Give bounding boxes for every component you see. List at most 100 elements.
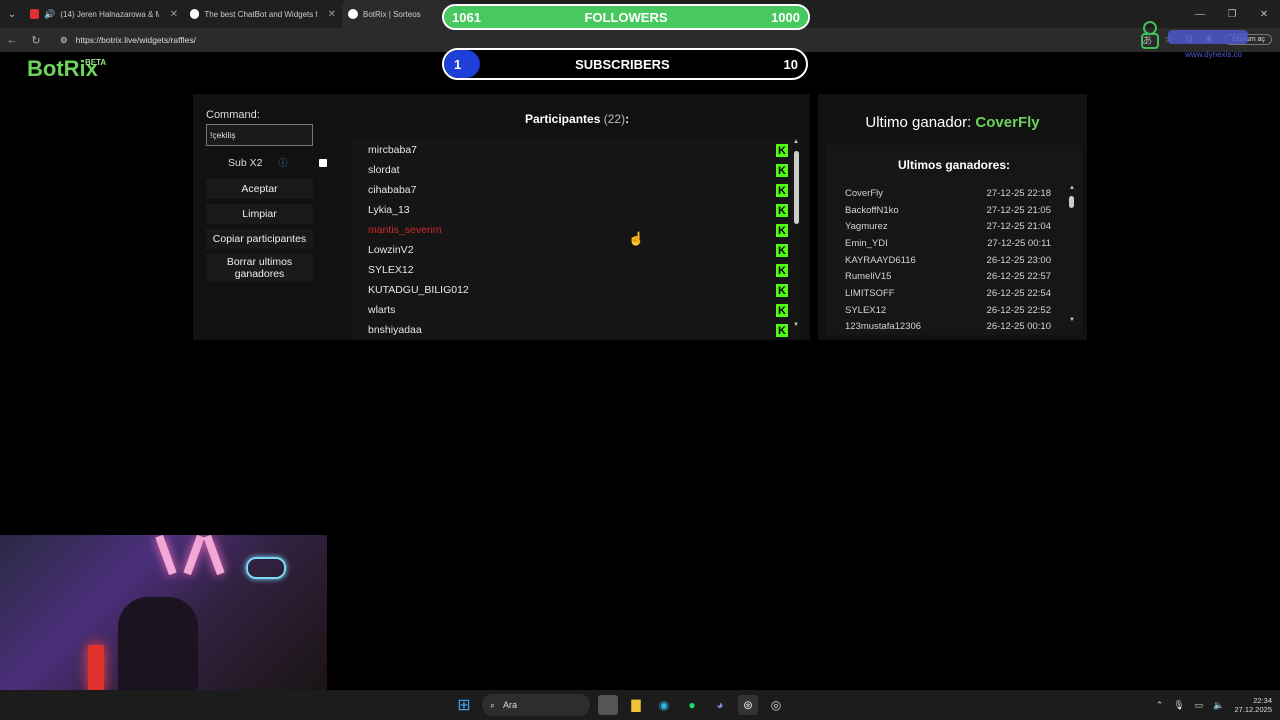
network-icon[interactable]: ▭ [1195, 700, 1204, 711]
steam-icon[interactable]: ⊛ [738, 695, 758, 715]
winner-date: 27-12-25 21:05 [986, 205, 1051, 216]
site-url-text: www.dynexis.co [1185, 50, 1242, 59]
winner-date: 26-12-25 22:52 [986, 305, 1051, 316]
url-field[interactable]: ⚙ https://botrix.live/widgets/raffles/ [52, 31, 1042, 49]
close-icon[interactable]: ✕ [328, 9, 336, 20]
participants-colon: : [625, 112, 630, 126]
botrix-icon [348, 9, 358, 19]
webcam-feed [0, 535, 327, 690]
url-text: https://botrix.live/widgets/raffles/ [75, 35, 196, 45]
winners-scrollbar[interactable]: ▲ ▼ [1068, 185, 1076, 330]
tab-botrix-home[interactable]: The best ChatBot and Widgets for ✕ [184, 0, 342, 28]
search-icon: ⌕ [490, 699, 496, 710]
winner-row: Emin_YDI 27-12-25 00:11 [845, 238, 1051, 254]
participant-name: mantis_severim [368, 224, 442, 236]
minimize-icon[interactable]: — [1184, 9, 1216, 20]
stream-logo: www.dynexis.co [1138, 20, 1258, 60]
participant-row[interactable]: mircbaba7 K [368, 140, 788, 160]
speaker-icon[interactable]: 🔊 [44, 9, 55, 20]
discord-icon[interactable]: ◕ [710, 695, 730, 715]
participant-row[interactable]: KUTADGU_BILIG012 K [368, 280, 788, 300]
winners-panel: Ultimo ganador: CoverFly Ultimos ganador… [818, 94, 1087, 340]
youtube-icon [30, 9, 40, 19]
participant-name: KUTADGU_BILIG012 [368, 284, 469, 296]
followers-goal-bar: 1061 FOLLOWERS 1000 [442, 4, 810, 30]
tray-chevron-icon[interactable]: ⌃ [1156, 700, 1164, 711]
subscribers-label: SUBSCRIBERS [575, 56, 670, 72]
winner-name: CoverFly [845, 188, 884, 199]
winner-row: LIMITSOFF 26-12-25 22:54 [845, 288, 1051, 304]
taskbar-apps: ⊞ ⌕ Ara ▇ ◉ ● ◕ ⊛ ◎ [454, 690, 786, 720]
mascot-logo-icon [1141, 21, 1248, 49]
screen: ⌄ 🔊 (14) Jeren Halnazarowa & MA ✕ The be… [0, 0, 1280, 720]
neon-light [183, 535, 205, 576]
participant-name: slordat [368, 164, 400, 176]
participant-row[interactable]: slordat K [368, 160, 788, 180]
maximize-icon[interactable]: ❐ [1216, 9, 1248, 20]
info-icon[interactable]: ⓘ [278, 156, 287, 169]
winner-row: Yagmurez 27-12-25 21:04 [845, 221, 1051, 237]
participant-name: mircbaba7 [368, 144, 418, 156]
participants-scrollbar[interactable]: ▲ ▼ [792, 138, 801, 338]
microphone-icon[interactable]: 🎙 [1173, 700, 1184, 711]
close-icon[interactable]: ✕ [170, 9, 178, 20]
sub-x2-label: Sub X2 [228, 156, 263, 169]
command-input[interactable]: !çekiliş [206, 124, 313, 146]
clock[interactable]: 22:34 27.12.2025 [1234, 696, 1272, 714]
kick-icon: K [776, 144, 788, 157]
tab-list-chevron-icon[interactable]: ⌄ [0, 0, 24, 28]
winner-date: 27-12-25 21:04 [986, 221, 1051, 232]
tab-youtube[interactable]: 🔊 (14) Jeren Halnazarowa & MA ✕ [24, 0, 184, 28]
command-label: Command: [206, 109, 260, 121]
file-explorer-icon[interactable]: ▇ [626, 695, 646, 715]
search-label: Ara [503, 700, 518, 710]
scroll-up-icon[interactable]: ▲ [1069, 185, 1075, 191]
delete-last-winners-button[interactable]: Borrar ultimos ganadores [206, 254, 313, 282]
sub-x2-checkbox[interactable] [319, 158, 328, 167]
participant-row[interactable]: bnshiyadaa K [368, 320, 788, 338]
followers-current: 1061 [452, 9, 481, 25]
sub-x2-row: Sub X2 ⓘ [228, 156, 328, 169]
taskbar-search[interactable]: ⌕ Ara [482, 694, 590, 716]
participant-row[interactable]: SYLEX12 K [368, 260, 788, 280]
participant-row-highlighted[interactable]: mantis_severim K [368, 220, 788, 240]
task-view-icon[interactable] [598, 695, 618, 715]
botrix-logo[interactable]: BotRix BETA [27, 56, 106, 82]
winner-row: BackoffN1ko 27-12-25 21:05 [845, 205, 1051, 221]
windows-start-icon[interactable]: ⊞ [454, 695, 474, 715]
winner-row: 123mustafa12306 26-12-25 00:10 [845, 321, 1051, 335]
participant-row[interactable]: cihababa7 K [368, 180, 788, 200]
spotify-icon[interactable]: ● [682, 695, 702, 715]
copy-participants-button[interactable]: Copiar participantes [206, 229, 313, 249]
scroll-down-icon[interactable]: ▼ [793, 322, 799, 328]
participant-row[interactable]: LowzinV2 K [368, 240, 788, 260]
tab-botrix-raffles[interactable]: BotRix | Sorteos [342, 0, 452, 28]
participant-row[interactable]: wlarts K [368, 300, 788, 320]
winner-name: Yagmurez [845, 221, 888, 232]
edge-icon[interactable]: ◉ [654, 695, 674, 715]
red-lamp [88, 645, 104, 690]
scroll-thumb[interactable] [794, 151, 799, 224]
obs-icon[interactable]: ◎ [766, 695, 786, 715]
participant-row[interactable]: Lykia_13 K [368, 200, 788, 220]
neon-light [203, 535, 225, 576]
winners-list: Ultimos ganadores: CoverFly 27-12-25 22:1… [826, 145, 1082, 335]
back-icon[interactable]: ← [0, 34, 24, 46]
site-info-icon[interactable]: ⚙ [60, 35, 68, 46]
clear-button[interactable]: Limpiar [206, 204, 313, 224]
scroll-down-icon[interactable]: ▼ [1069, 317, 1075, 323]
scroll-thumb[interactable] [1069, 196, 1074, 208]
last-winner-name: CoverFly [975, 114, 1040, 131]
close-window-icon[interactable]: ✕ [1248, 9, 1280, 20]
winner-date: 27-12-25 22:18 [986, 188, 1051, 199]
winner-date: 26-12-25 23:00 [986, 255, 1051, 266]
accept-button[interactable]: Aceptar [206, 179, 313, 199]
winners-list-title: Ultimos ganadores: [897, 158, 1011, 172]
winner-row: RumeliV15 26-12-25 22:57 [845, 271, 1051, 287]
beta-badge: BETA [85, 58, 107, 67]
subscribers-goal: 10 [783, 56, 798, 72]
participant-name: bnshiyadaa [368, 324, 422, 336]
scroll-up-icon[interactable]: ▲ [793, 139, 799, 145]
volume-icon[interactable]: 🔈 [1213, 700, 1224, 711]
reload-icon[interactable]: ↻ [24, 34, 48, 47]
